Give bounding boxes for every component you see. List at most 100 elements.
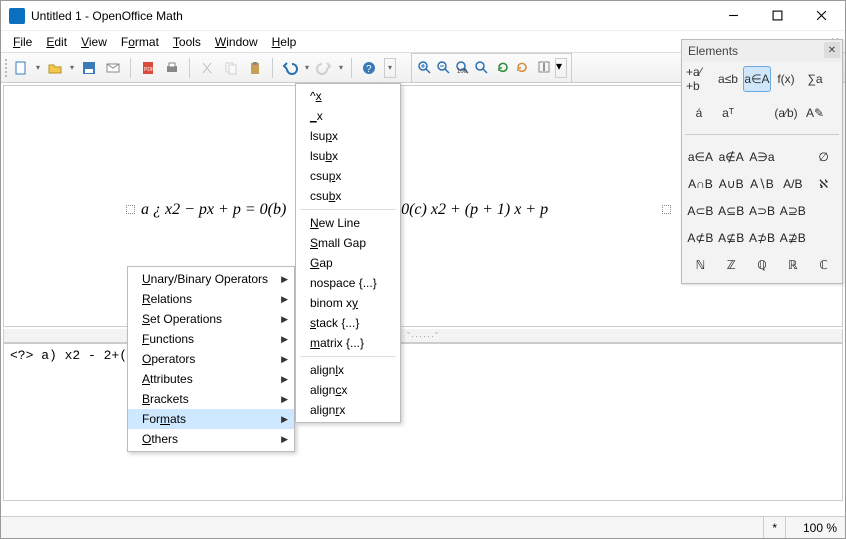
palette-symbol[interactable]: ℂ	[809, 253, 838, 277]
svg-text:PDF: PDF	[144, 67, 154, 73]
palette-symbol[interactable]: a∉A	[717, 145, 746, 169]
formula-cursor-icon[interactable]	[536, 59, 552, 78]
save-icon[interactable]	[78, 57, 100, 79]
palette-symbol[interactable]: A⊇B	[778, 199, 807, 223]
ctx-item[interactable]: Small Gap	[296, 233, 400, 253]
palette-symbol[interactable]: A⊂B	[686, 199, 715, 223]
minimize-button[interactable]	[711, 2, 755, 30]
ctx-item[interactable]: lsup x	[296, 126, 400, 146]
context-submenu-formats: ^x_xlsup xlsub xcsup xcsub x New LineSmal…	[295, 83, 401, 423]
palette-tile[interactable]: (a⁄b)	[772, 100, 800, 126]
new-document-icon[interactable]	[10, 57, 32, 79]
auto-update-icon[interactable]	[514, 59, 530, 78]
palette-symbol[interactable]: ∅	[809, 145, 838, 169]
palette-tile[interactable]	[743, 100, 771, 126]
undo-icon[interactable]	[279, 57, 301, 79]
ctx-item[interactable]: csup x	[296, 166, 400, 186]
menu-help[interactable]: Help	[266, 33, 303, 51]
zoom-100-icon[interactable]: 100	[454, 59, 470, 78]
menu-view[interactable]: View	[75, 33, 113, 51]
ctx-item[interactable]: _x	[296, 106, 400, 126]
palette-symbol[interactable]: ℝ	[778, 253, 807, 277]
window-title: Untitled 1 - OpenOffice Math	[31, 9, 711, 23]
palette-symbol[interactable]: A∩B	[686, 172, 715, 196]
ctx-item[interactable]: lsub x	[296, 146, 400, 166]
palette-symbol[interactable]: A⊉B	[778, 226, 807, 250]
open-icon[interactable]	[44, 57, 66, 79]
ctx-item[interactable]: alignr x	[296, 400, 400, 420]
ctx-item[interactable]: Operators▶	[128, 349, 294, 369]
palette-tile[interactable]: a∈A	[743, 66, 771, 92]
palette-symbol[interactable]: ℕ	[686, 253, 715, 277]
ctx-item[interactable]: matrix {...}	[296, 333, 400, 353]
redo-icon[interactable]	[313, 57, 335, 79]
help-icon[interactable]: ?	[358, 57, 380, 79]
palette-symbol[interactable]: ℵ	[809, 172, 838, 196]
ctx-item[interactable]: Functions▶	[128, 329, 294, 349]
toolbar2-overflow[interactable]: ▾	[555, 58, 567, 78]
new-dropdown[interactable]: ▾	[34, 63, 42, 72]
palette-symbol[interactable]: ℤ	[717, 253, 746, 277]
cut-icon[interactable]	[196, 57, 218, 79]
palette-symbol[interactable]: A⊃B	[748, 199, 777, 223]
open-dropdown[interactable]: ▾	[68, 63, 76, 72]
ctx-item[interactable]: Gap	[296, 253, 400, 273]
palette-symbol	[809, 226, 838, 250]
ctx-item[interactable]: Others▶	[128, 429, 294, 449]
refresh-icon[interactable]	[495, 59, 511, 78]
palette-symbol[interactable]: ℚ	[748, 253, 777, 277]
zoom-toolbar: 100 ▾	[411, 53, 572, 83]
close-button[interactable]	[799, 2, 843, 30]
ctx-item[interactable]: Unary/Binary Operators▶	[128, 269, 294, 289]
ctx-item[interactable]: csub x	[296, 186, 400, 206]
palette-symbol[interactable]: A∪B	[717, 172, 746, 196]
toolbar-overflow[interactable]: ▾	[384, 58, 396, 78]
ctx-item[interactable]: nospace {...}	[296, 273, 400, 293]
zoom-in-icon[interactable]	[416, 59, 432, 78]
ctx-item[interactable]: ^x	[296, 86, 400, 106]
ctx-item[interactable]: Brackets▶	[128, 389, 294, 409]
ctx-item[interactable]: Relations▶	[128, 289, 294, 309]
palette-symbol[interactable]: A∖B	[748, 172, 777, 196]
maximize-button[interactable]	[755, 2, 799, 30]
palette-symbol[interactable]: A⊅B	[748, 226, 777, 250]
ctx-item[interactable]: New Line	[296, 213, 400, 233]
ctx-item[interactable]: Set Operations▶	[128, 309, 294, 329]
print-icon[interactable]	[161, 57, 183, 79]
palette-tile[interactable]: ∑a	[801, 66, 829, 92]
palette-symbol[interactable]: A⊆B	[717, 199, 746, 223]
status-zoom[interactable]: 100 %	[785, 517, 845, 538]
ctx-item[interactable]: alignl x	[296, 360, 400, 380]
menu-format[interactable]: Format	[115, 33, 165, 51]
palette-symbol[interactable]: A⊄B	[686, 226, 715, 250]
ctx-item[interactable]: alignc x	[296, 380, 400, 400]
zoom-fit-icon[interactable]	[473, 59, 489, 78]
paste-icon[interactable]	[244, 57, 266, 79]
palette-tile[interactable]: +a⁄+b	[685, 66, 713, 92]
ctx-item[interactable]: Attributes▶	[128, 369, 294, 389]
palette-tile[interactable]: á	[685, 100, 713, 126]
palette-symbol[interactable]: a∈A	[686, 145, 715, 169]
menu-tools[interactable]: Tools	[167, 33, 207, 51]
palette-symbol[interactable]: A⊈B	[717, 226, 746, 250]
palette-tile[interactable]: A✎	[801, 100, 829, 126]
zoom-out-icon[interactable]	[435, 59, 451, 78]
status-modified: *	[763, 517, 785, 538]
ctx-item[interactable]: Formats▶	[128, 409, 294, 429]
redo-dropdown[interactable]: ▾	[337, 63, 345, 72]
ctx-item[interactable]: stack {...}	[296, 313, 400, 333]
menu-edit[interactable]: Edit	[40, 33, 73, 51]
palette-tile[interactable]: f(x)	[772, 66, 800, 92]
palette-symbol[interactable]: A/B	[778, 172, 807, 196]
palette-tile[interactable]: a≤b	[714, 66, 742, 92]
palette-symbol[interactable]: A∋a	[748, 145, 777, 169]
ctx-item[interactable]: binom x y	[296, 293, 400, 313]
menu-file[interactable]: File	[7, 33, 38, 51]
mail-icon[interactable]	[102, 57, 124, 79]
panel-close-icon[interactable]: ✕	[824, 42, 840, 58]
pdf-icon[interactable]: PDF	[137, 57, 159, 79]
menu-window[interactable]: Window	[209, 33, 264, 51]
copy-icon[interactable]	[220, 57, 242, 79]
undo-dropdown[interactable]: ▾	[303, 63, 311, 72]
palette-tile[interactable]: aᵀ	[714, 100, 742, 126]
